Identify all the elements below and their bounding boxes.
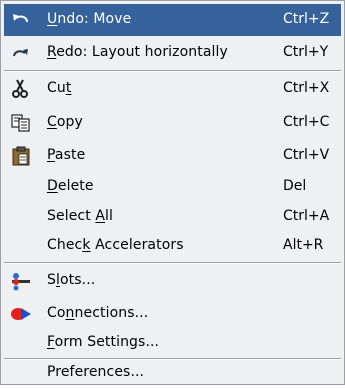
redo-arrow-icon	[10, 43, 32, 63]
shortcut-label: Ctrl+X	[283, 80, 330, 96]
slots-icon	[10, 271, 32, 291]
copy-icon	[10, 113, 32, 133]
menu-item-slots[interactable]: Slots...	[4, 265, 341, 297]
edit-menu: Undo: Move Ctrl+Z Redo: Layout horizonta…	[0, 0, 345, 385]
menu-item-label: Copy	[47, 114, 83, 130]
shortcut-label: Ctrl+Z	[283, 11, 330, 27]
menu-item-preferences[interactable]: Preferences...	[4, 357, 341, 389]
menu-item-delete[interactable]: Delete Del	[4, 171, 341, 203]
menu-item-label: Connections...	[47, 305, 149, 321]
menu-item-cut[interactable]: Cut Ctrl+X	[4, 73, 341, 105]
menu-separator	[4, 70, 341, 72]
menu-item-form-settings[interactable]: Form Settings...	[4, 327, 341, 359]
shortcut-label: Ctrl+A	[283, 208, 330, 224]
menu-item-copy[interactable]: Copy Ctrl+C	[4, 107, 341, 139]
menu-item-label: Delete	[47, 178, 94, 194]
menu-item-label: Select All	[47, 208, 114, 224]
menu-item-label: Form Settings...	[47, 334, 160, 350]
menu-item-paste[interactable]: Paste Ctrl+V	[4, 140, 341, 172]
clipboard-icon	[10, 146, 32, 166]
shortcut-label: Ctrl+C	[283, 114, 330, 130]
menu-item-label: Undo: Move	[47, 11, 132, 27]
connections-icon	[10, 304, 32, 324]
menu-item-redo[interactable]: Redo: Layout horizontally Ctrl+Y	[4, 37, 341, 69]
shortcut-label: Alt+R	[283, 237, 324, 253]
shortcut-label: Ctrl+Y	[283, 44, 329, 60]
menu-item-label: Paste	[47, 147, 86, 163]
menu-item-select-all[interactable]: Select All Ctrl+A	[4, 201, 341, 233]
menu-item-connections[interactable]: Connections...	[4, 298, 341, 330]
menu-separator	[4, 262, 341, 264]
menu-item-label: Preferences...	[47, 364, 145, 380]
menu-item-label: Slots...	[47, 272, 96, 288]
menu-item-check-accelerators[interactable]: Check Accelerators Alt+R	[4, 230, 341, 262]
menu-item-label: Cut	[47, 80, 72, 96]
menu-item-label: Redo: Layout horizontally	[47, 44, 228, 60]
scissors-icon	[10, 79, 32, 99]
shortcut-label: Ctrl+V	[283, 147, 330, 163]
undo-arrow-icon	[10, 10, 32, 30]
menu-item-label: Check Accelerators	[47, 237, 184, 253]
menu-item-undo[interactable]: Undo: Move Ctrl+Z	[4, 4, 341, 36]
shortcut-label: Del	[283, 178, 307, 194]
